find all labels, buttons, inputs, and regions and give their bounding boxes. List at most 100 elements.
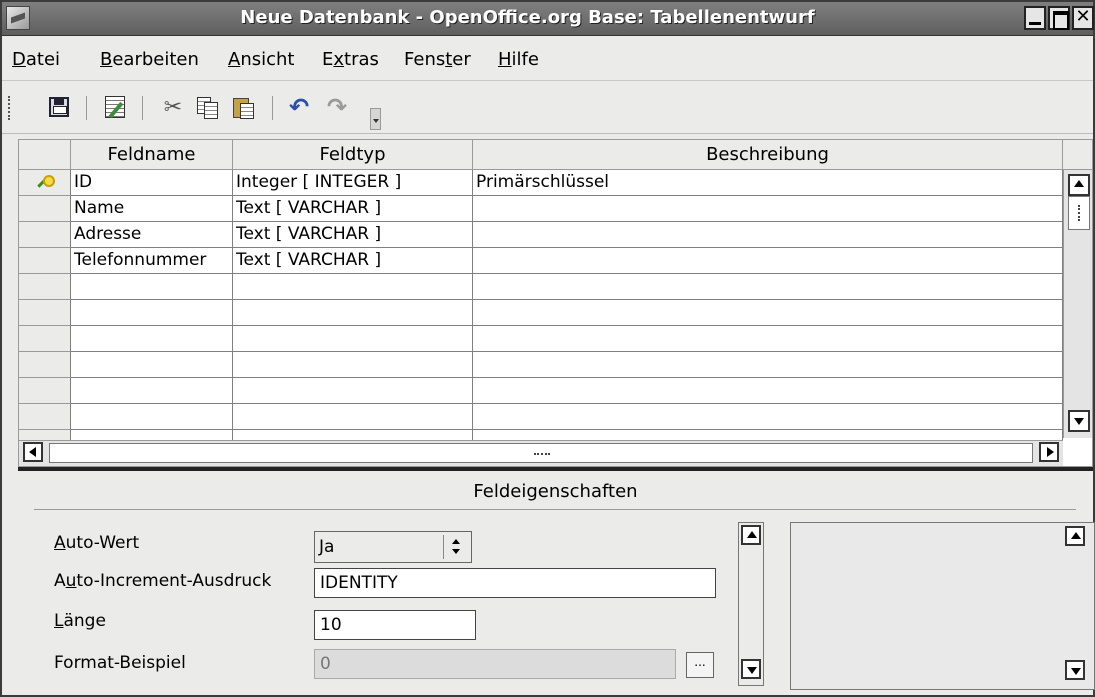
- format-button[interactable]: ...: [686, 652, 714, 678]
- title-bar[interactable]: Neue Datenbank - OpenOffice.org Base: Ta…: [2, 2, 1094, 36]
- header-feldname[interactable]: Feldname: [71, 140, 233, 170]
- menu-fenster[interactable]: Fenster: [404, 49, 471, 70]
- grid-header: Feldname Feldtyp Beschreibung: [19, 140, 1092, 170]
- table-row[interactable]: [19, 352, 1063, 378]
- cell-type[interactable]: [233, 378, 473, 404]
- cell-desc[interactable]: [473, 352, 1063, 378]
- toolbar-separator: [272, 96, 273, 120]
- format-beispiel-label: Format-Beispiel: [54, 653, 186, 673]
- scroll-up-button[interactable]: [741, 525, 761, 545]
- cell-name[interactable]: [71, 352, 233, 378]
- row-header[interactable]: [19, 170, 71, 196]
- cell-name[interactable]: [71, 274, 233, 300]
- scroll-down-button[interactable]: [741, 659, 761, 679]
- cell-type[interactable]: Integer [ INTEGER ]: [233, 170, 473, 196]
- table-row[interactable]: Telefonnummer Text [ VARCHAR ]: [19, 248, 1063, 274]
- toolbar-grip[interactable]: [8, 96, 12, 120]
- cell-type[interactable]: Text [ VARCHAR ]: [233, 222, 473, 248]
- scroll-up-button[interactable]: [1065, 526, 1085, 546]
- cell-desc[interactable]: [473, 326, 1063, 352]
- table-row[interactable]: [19, 326, 1063, 352]
- row-header[interactable]: [19, 196, 71, 222]
- cell-desc[interactable]: [473, 274, 1063, 300]
- properties-scrollbar[interactable]: [738, 522, 764, 686]
- scroll-down-button[interactable]: [1065, 660, 1085, 680]
- table-row[interactable]: [19, 404, 1063, 430]
- redo-button[interactable]: ↷: [324, 93, 350, 121]
- row-header[interactable]: [19, 222, 71, 248]
- cell-name[interactable]: [71, 326, 233, 352]
- row-header[interactable]: [19, 378, 71, 404]
- header-feldtyp[interactable]: Feldtyp: [233, 140, 473, 170]
- cell-type[interactable]: [233, 404, 473, 430]
- table-row[interactable]: ID Integer [ INTEGER ] Primärschlüssel: [19, 170, 1063, 196]
- menu-hilfe[interactable]: Hilfe: [498, 49, 539, 70]
- save-icon: [49, 97, 69, 117]
- scroll-thumb[interactable]: [1068, 196, 1090, 230]
- row-header[interactable]: [19, 248, 71, 274]
- cell-type[interactable]: Text [ VARCHAR ]: [233, 196, 473, 222]
- cell-name[interactable]: ID: [71, 170, 233, 196]
- table-row[interactable]: [19, 300, 1063, 326]
- menu-datei[interactable]: Datei: [12, 49, 60, 70]
- app-menu-icon[interactable]: [6, 6, 30, 30]
- row-header[interactable]: [19, 352, 71, 378]
- cell-type[interactable]: [233, 326, 473, 352]
- table-row[interactable]: [19, 378, 1063, 404]
- menu-bearbeiten[interactable]: Bearbeiten: [100, 49, 199, 70]
- auto-wert-label: Auto-Wert: [54, 533, 140, 553]
- paste-button[interactable]: [230, 94, 256, 120]
- cell-name[interactable]: Adresse: [71, 222, 233, 248]
- scroll-thumb[interactable]: [49, 443, 1033, 463]
- header-corner[interactable]: [19, 140, 71, 170]
- minimize-button[interactable]: [1024, 6, 1046, 30]
- cell-name[interactable]: Telefonnummer: [71, 248, 233, 274]
- row-header[interactable]: [19, 300, 71, 326]
- cell-desc[interactable]: [473, 196, 1063, 222]
- cell-name[interactable]: [71, 404, 233, 430]
- cell-name[interactable]: [71, 378, 233, 404]
- copy-button[interactable]: [194, 94, 220, 120]
- row-header[interactable]: [19, 326, 71, 352]
- undo-button[interactable]: ↶: [286, 93, 312, 121]
- cell-desc[interactable]: [473, 300, 1063, 326]
- menu-ansicht[interactable]: Ansicht: [228, 49, 294, 70]
- auto-increment-input[interactable]: IDENTITY: [314, 568, 716, 598]
- cell-desc[interactable]: [473, 222, 1063, 248]
- edit-button[interactable]: [102, 94, 128, 120]
- scroll-left-button[interactable]: [23, 442, 43, 462]
- menu-extras[interactable]: Extras: [322, 49, 379, 70]
- save-button[interactable]: [46, 94, 72, 120]
- grid-vertical-scrollbar[interactable]: [1063, 170, 1092, 438]
- row-header[interactable]: [19, 274, 71, 300]
- table-row[interactable]: [19, 274, 1063, 300]
- header-beschreibung[interactable]: Beschreibung: [473, 140, 1063, 170]
- cell-name[interactable]: [71, 300, 233, 326]
- cut-button[interactable]: ✂: [160, 94, 186, 120]
- laenge-input[interactable]: 10: [314, 610, 476, 640]
- toolbar-overflow-button[interactable]: [370, 108, 381, 130]
- scroll-down-button[interactable]: [1068, 410, 1090, 432]
- laenge-label: Länge: [54, 611, 106, 631]
- edit-icon: [105, 96, 125, 118]
- cell-type[interactable]: [233, 274, 473, 300]
- cell-type[interactable]: Text [ VARCHAR ]: [233, 248, 473, 274]
- cell-type[interactable]: [233, 300, 473, 326]
- scroll-right-button[interactable]: [1039, 442, 1059, 462]
- cell-desc[interactable]: [473, 404, 1063, 430]
- spin-arrows-icon[interactable]: [443, 535, 467, 559]
- grid-horizontal-scrollbar[interactable]: [19, 440, 1063, 466]
- maximize-button[interactable]: [1048, 6, 1070, 30]
- cell-desc[interactable]: [473, 248, 1063, 274]
- cell-desc[interactable]: [473, 378, 1063, 404]
- scroll-up-button[interactable]: [1068, 174, 1090, 196]
- table-row[interactable]: Name Text [ VARCHAR ]: [19, 196, 1063, 222]
- cell-type[interactable]: [233, 352, 473, 378]
- auto-wert-select[interactable]: Ja: [314, 531, 472, 563]
- cell-desc[interactable]: Primärschlüssel: [473, 170, 1063, 196]
- cell-name[interactable]: Name: [71, 196, 233, 222]
- close-button[interactable]: ✕: [1072, 6, 1094, 30]
- help-scrollbar[interactable]: [1063, 524, 1089, 688]
- table-row[interactable]: Adresse Text [ VARCHAR ]: [19, 222, 1063, 248]
- row-header[interactable]: [19, 404, 71, 430]
